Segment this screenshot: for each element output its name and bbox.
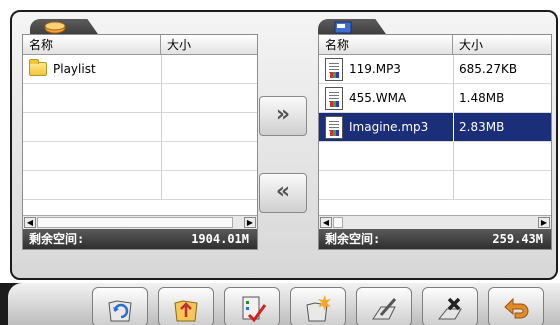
file-size: 2.83MB [459,120,505,134]
check-list-button[interactable] [224,287,280,325]
column-header-size[interactable]: 大小 [161,35,191,55]
list-item[interactable]: 455.WMA 1.48MB [319,84,551,113]
column-header-size[interactable]: 大小 [453,35,483,55]
free-space-value: 259.43M [492,232,543,246]
refresh-folder-button[interactable] [92,287,148,325]
scroll-left-icon[interactable]: ◀ [320,217,332,228]
file-name: 119.MP3 [349,62,401,76]
right-horizontal-scrollbar[interactable]: ◀ ▶ [319,215,551,229]
file-size: 685.27KB [459,62,518,76]
new-folder-icon [306,295,331,322]
empty-row [319,142,551,171]
free-space-label: 剩余空间: [29,232,85,246]
empty-row [23,84,257,113]
right-header: 名称 大小 [319,35,551,55]
left-free-space-bar: 剩余空间: 1904.01M [23,229,257,249]
empty-row [23,171,257,200]
left-header: 名称 大小 [23,35,257,55]
screen: 名称 大小 Playlist ◀ ▶ 剩余空间: 1904.01M » « 名称… [0,0,560,325]
folder-icon [29,59,47,76]
list-item[interactable]: Playlist [23,55,257,84]
rename-icon [372,298,397,320]
back-icon [504,297,529,319]
file-name: 455.WMA [349,91,407,105]
right-free-space-bar: 剩余空间: 259.43M [319,229,551,249]
scroll-thumb[interactable] [333,217,343,228]
free-space-label: 剩余空间: [325,232,381,246]
empty-row [319,171,551,200]
audio-file-icon [325,58,343,81]
copy-to-left-button[interactable]: « [259,173,307,213]
free-space-value: 1904.01M [191,232,249,246]
file-size: 1.48MB [459,91,505,105]
scroll-left-icon[interactable]: ◀ [24,217,36,228]
audio-file-icon [325,87,343,110]
scroll-right-icon[interactable]: ▶ [538,217,550,228]
file-name: Playlist [53,62,96,76]
left-file-list: Playlist [23,55,257,200]
folder-up-button[interactable] [158,287,214,325]
memory-card-icon [334,21,352,34]
list-item[interactable]: 119.MP3 685.27KB [319,55,551,84]
empty-row [23,142,257,171]
left-file-pane: 名称 大小 Playlist ◀ ▶ 剩余空间: 1904.01M [22,34,258,250]
scroll-thumb[interactable] [37,217,233,228]
left-horizontal-scrollbar[interactable]: ◀ ▶ [23,215,257,229]
folder-up-icon [174,300,198,322]
back-button[interactable] [488,287,544,325]
empty-row [23,113,257,142]
right-file-list: 119.MP3 685.27KB 455.WMA 1.48MB Imagine.… [319,55,551,200]
new-folder-button[interactable] [290,287,346,325]
column-header-name[interactable]: 名称 [23,35,161,55]
rename-button[interactable] [356,287,412,325]
delete-button[interactable] [422,287,478,325]
right-file-pane: 名称 大小 119.MP3 685.27KB 455.WMA 1.48MB Im… [318,34,552,250]
bottom-toolbar [0,283,560,325]
audio-file-icon [325,116,343,139]
column-header-name[interactable]: 名称 [319,35,453,55]
disk-icon [44,21,66,34]
refresh-folder-icon [108,300,132,322]
copy-to-right-button[interactable]: » [259,96,307,136]
list-item-selected[interactable]: Imagine.mp3 2.83MB [319,113,551,142]
check-list-icon [242,296,267,323]
delete-icon [437,297,462,320]
file-name: Imagine.mp3 [349,120,429,134]
scroll-right-icon[interactable]: ▶ [244,217,256,228]
